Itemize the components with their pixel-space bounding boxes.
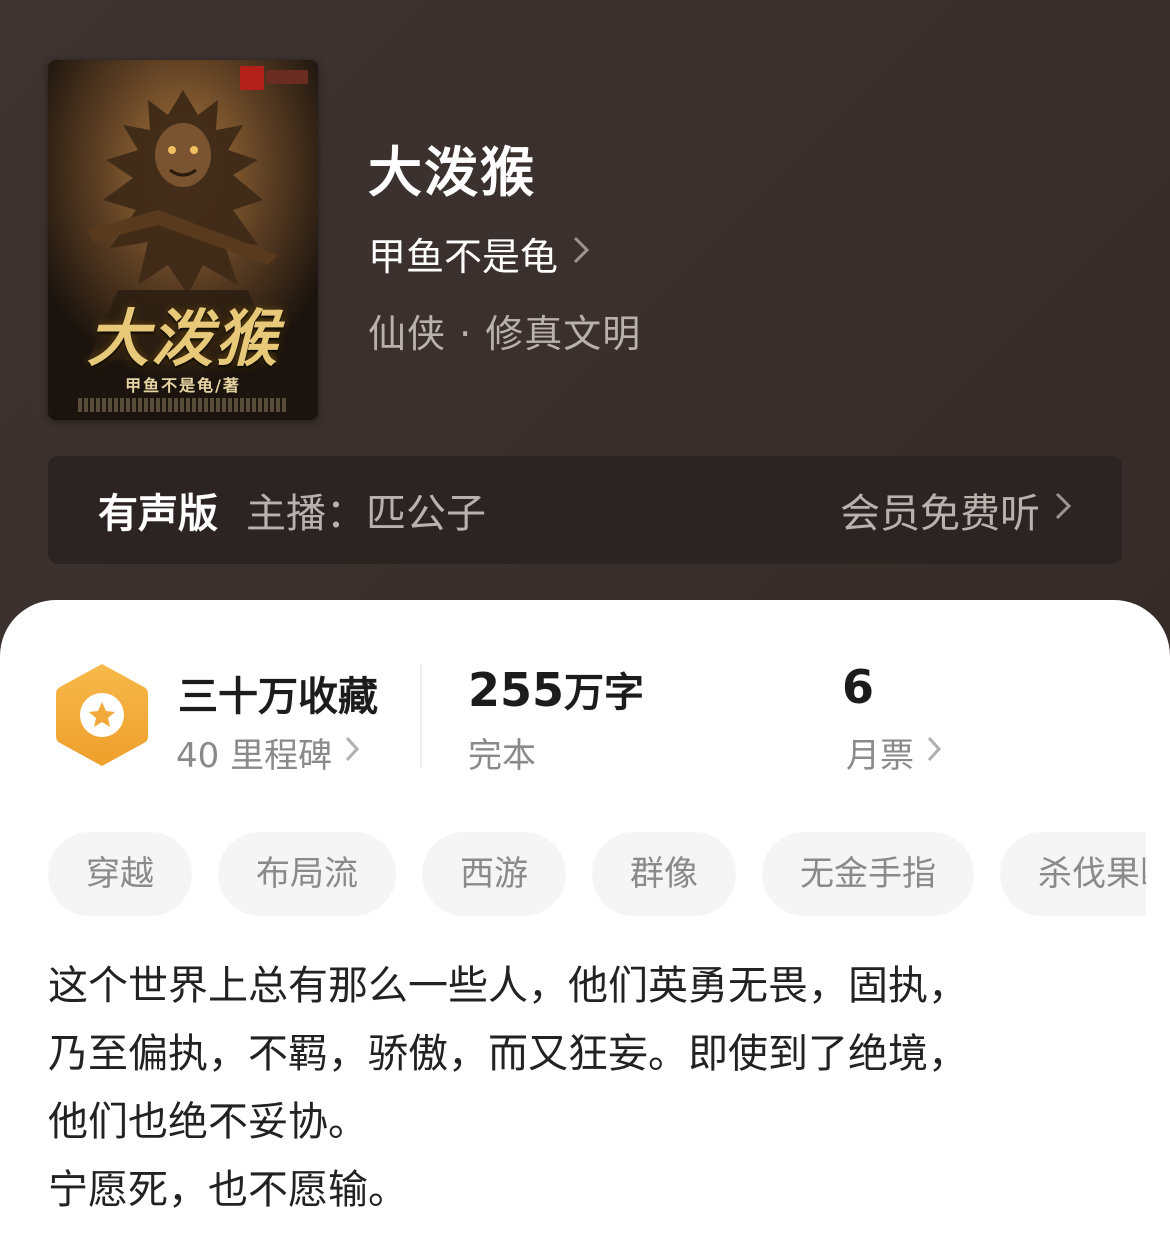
tag-list: 穿越布局流西游群像无金手指杀伐果断 [48, 832, 1146, 920]
book-title: 大泼猴 [368, 141, 536, 204]
monthly-votes-label: 月票 [846, 736, 914, 776]
author-name: 甲鱼不是龟 [368, 235, 559, 279]
book-header: 大泼猴 甲鱼不是龟/著 大泼猴 甲鱼不是龟 仙侠 · 修真文明 有声版 主播：匹… [0, 0, 1170, 640]
book-stats: 三十万收藏 40 里程碑 255万字 完本 6 月票 [0, 660, 1170, 780]
cover-publisher-mark [266, 70, 308, 84]
cover-title-art: 大泼猴 [86, 302, 279, 375]
cover-publisher-badge [240, 66, 264, 90]
free-listen-label: 会员免费听 [840, 491, 1040, 537]
collections-count: 三十万收藏 [178, 674, 378, 720]
cover-fine-print [78, 398, 288, 412]
description-line: 这个世界上总有那么一些人，他们英勇无畏，固执， [48, 963, 968, 1009]
chevron-right-icon [926, 735, 942, 770]
tag-chip[interactable]: 群像 [592, 832, 736, 916]
book-detail-sheet: 三十万收藏 40 里程碑 255万字 完本 6 月票 穿越 布局流 西游 群像 无金手指… [0, 600, 1170, 1234]
book-cover[interactable]: 大泼猴 甲鱼不是龟/著 [48, 60, 318, 420]
tag-chip[interactable]: 杀伐果断 [1000, 832, 1146, 916]
milestones-link[interactable]: 40 里程碑 [176, 728, 360, 777]
milestones-label: 40 里程碑 [176, 736, 333, 776]
stats-divider [420, 664, 422, 768]
word-count: 255万字 [468, 660, 644, 718]
tag-chip[interactable]: 布局流 [218, 832, 396, 916]
author-link[interactable]: 甲鱼不是龟 [368, 226, 590, 281]
cover-author-art: 甲鱼不是龟/著 [125, 376, 241, 395]
tag-chip[interactable]: 穿越 [48, 832, 192, 916]
description-line: 他们也绝不妥协。 [48, 1099, 368, 1145]
monthly-votes-count: 6 [842, 660, 875, 714]
star-hexagon-icon [56, 664, 148, 766]
free-listen-link[interactable]: 会员免费听 [840, 481, 1072, 539]
description-line: 乃至偏执，不羁，骄傲，而又狂妄。即使到了绝境， [48, 1031, 968, 1077]
audio-version-label: 有声版 [98, 491, 218, 537]
chevron-right-icon [572, 235, 590, 273]
monthly-votes-link[interactable]: 月票 [846, 728, 942, 777]
book-description[interactable]: 这个世界上总有那么一些人，他们英勇无畏，固执， 乃至偏执，不羁，骄傲，而又狂妄。… [48, 952, 1128, 1224]
chevron-right-icon [344, 735, 360, 770]
word-count-unit: 万字 [564, 670, 645, 716]
tag-chip[interactable]: 西游 [422, 832, 566, 916]
completion-status: 完本 [468, 736, 536, 776]
chevron-right-icon [1054, 491, 1072, 529]
narrator-label: 主播：匹公子 [246, 491, 486, 537]
word-count-number: 255 [468, 663, 565, 717]
audiobook-banner[interactable]: 有声版 主播：匹公子 会员免费听 [48, 456, 1122, 564]
book-genre[interactable]: 仙侠 · 修真文明 [368, 303, 641, 358]
tag-chip[interactable]: 无金手指 [762, 832, 974, 916]
description-line: 宁愿死，也不愿输。 [48, 1167, 408, 1213]
